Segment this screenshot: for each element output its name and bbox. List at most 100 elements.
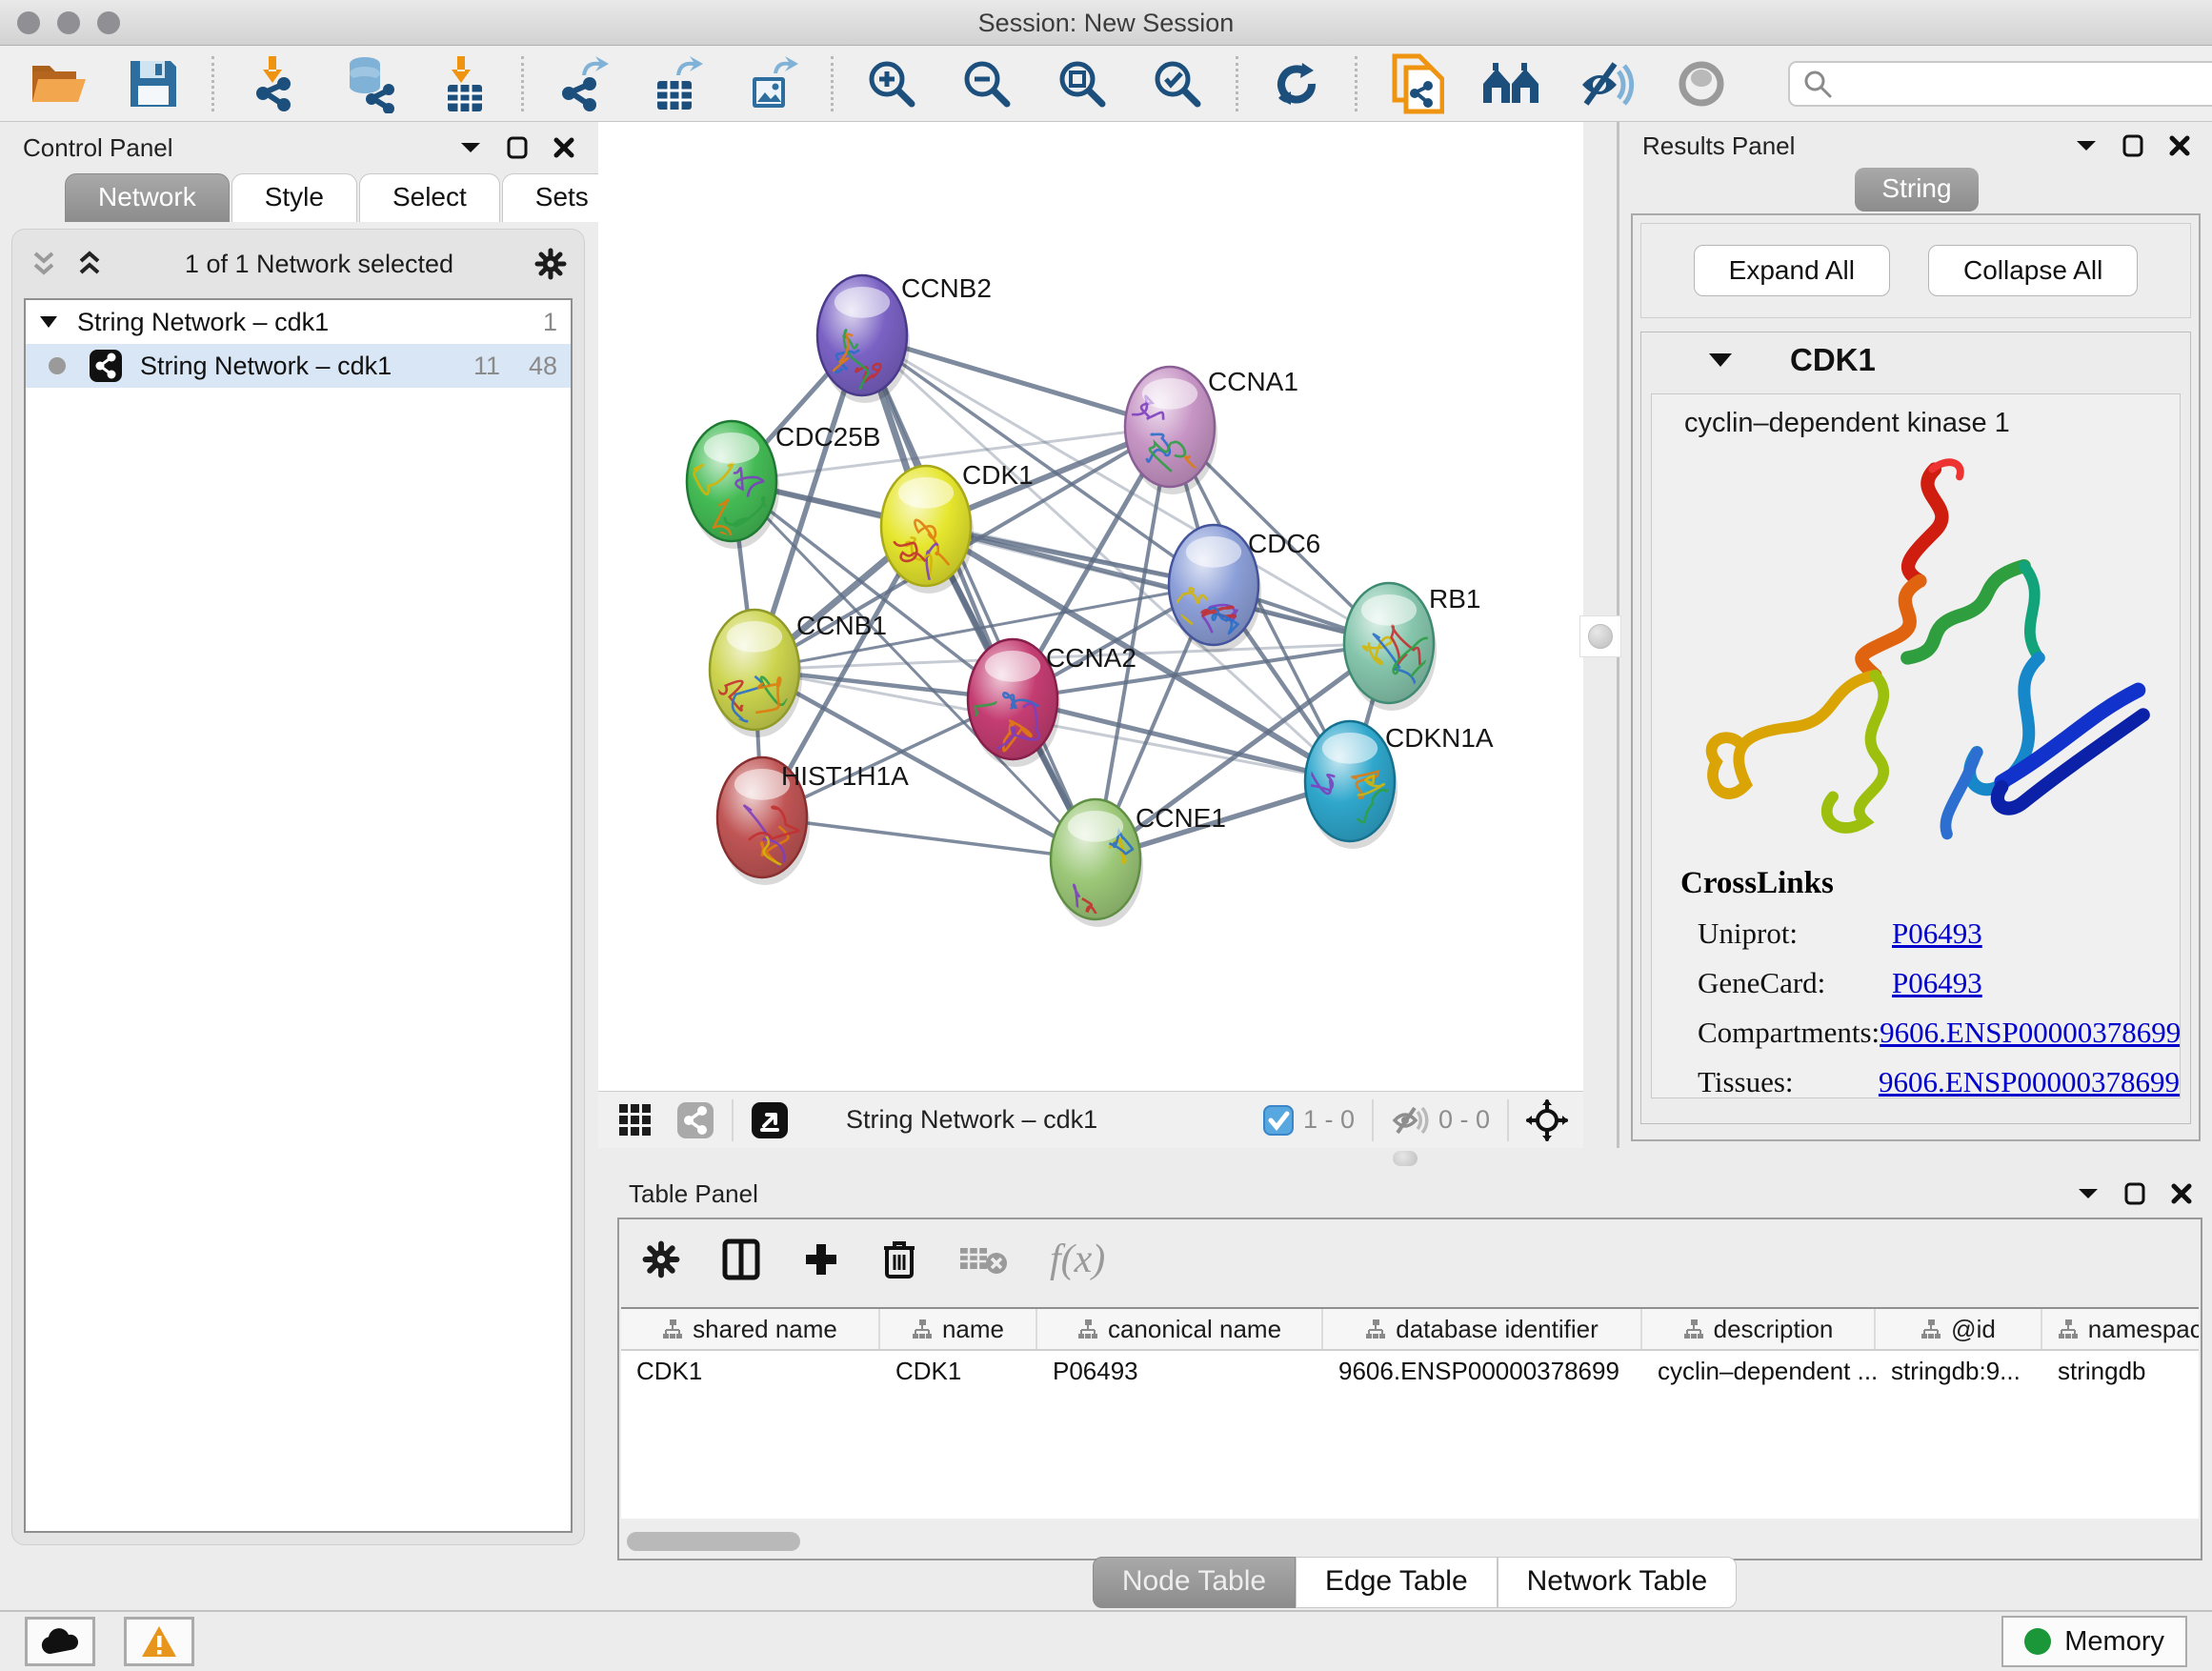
tab-network[interactable]: Network xyxy=(65,173,230,222)
tab-style[interactable]: Style xyxy=(231,173,357,222)
open-session-button[interactable] xyxy=(27,52,90,115)
horizontal-splitter-handle[interactable] xyxy=(1393,1151,1418,1166)
zoom-selected-button[interactable] xyxy=(1146,52,1209,115)
node-CDC25B[interactable]: CDC25B xyxy=(673,421,880,555)
column-header-canonical-name[interactable]: canonical name xyxy=(1037,1309,1323,1349)
column-type-icon xyxy=(1683,1319,1704,1339)
node-CCNB1[interactable]: CCNB1 xyxy=(710,610,887,737)
network-row[interactable]: String Network – cdk1 11 48 xyxy=(26,344,571,388)
show-all-networks-button[interactable] xyxy=(1479,52,1542,115)
results-panel-menu-button[interactable] xyxy=(2075,138,2098,153)
table-cell[interactable]: 9606.ENSP00000378699 xyxy=(1323,1351,1642,1393)
node-CCNA2[interactable]: CCNA2 xyxy=(964,639,1136,767)
zoom-out-button[interactable] xyxy=(955,52,1018,115)
gene-collapse-button[interactable] xyxy=(1708,352,1733,369)
network-view-share-button[interactable] xyxy=(676,1101,714,1139)
node-CCNA1[interactable]: CCNA1 xyxy=(1125,367,1298,515)
hidden-eye-slash-icon xyxy=(1391,1104,1429,1137)
results-panel-float-button[interactable] xyxy=(2122,134,2143,157)
show-selected-button[interactable] xyxy=(1670,52,1733,115)
zoom-fit-button[interactable] xyxy=(1051,52,1114,115)
table-cell[interactable]: stringdb xyxy=(2042,1351,2199,1393)
tab-node-table[interactable]: Node Table xyxy=(1093,1557,1296,1608)
network-options-button[interactable] xyxy=(534,248,567,280)
edge-HIST1H1A-CCNE1[interactable] xyxy=(762,817,1096,859)
close-icon xyxy=(553,136,575,159)
crosslink-link[interactable]: 9606.ENSP00000378699 xyxy=(1880,1016,2181,1050)
table-cell[interactable]: CDK1 xyxy=(621,1351,880,1393)
table-options-button[interactable] xyxy=(642,1240,680,1278)
expand-all-button[interactable]: Expand All xyxy=(1694,245,1890,296)
tab-select[interactable]: Select xyxy=(359,173,500,222)
crosslink-link[interactable]: 9606.ENSP00000378699 xyxy=(1879,1065,2180,1098)
tab-edge-table[interactable]: Edge Table xyxy=(1296,1557,1498,1608)
control-panel-close-button[interactable] xyxy=(553,136,575,159)
table-cell[interactable]: stringdb:9... xyxy=(1876,1351,2042,1393)
session-file-icon xyxy=(1387,52,1444,115)
table-cell[interactable]: CDK1 xyxy=(880,1351,1037,1393)
crosslink-link[interactable]: P06493 xyxy=(1892,966,1982,1000)
column-header-description[interactable]: description xyxy=(1642,1309,1876,1349)
save-session-button[interactable] xyxy=(122,52,185,115)
birds-eye-view-button[interactable] xyxy=(751,1101,789,1139)
network-view-toolbar: String Network – cdk1 1 - 0 0 - 0 xyxy=(598,1091,1583,1148)
function-builder-button[interactable]: f(x) xyxy=(1050,1237,1105,1282)
delete-table-icon xyxy=(958,1242,1008,1277)
toolbar-search-input[interactable] xyxy=(1834,69,2212,98)
hide-selected-button[interactable] xyxy=(1575,52,1638,115)
export-network-button[interactable] xyxy=(551,52,613,115)
control-panel-tabs: NetworkStyleSelectSets xyxy=(65,173,598,222)
delete-column-button[interactable] xyxy=(882,1238,916,1280)
selected-checkbox-icon[interactable] xyxy=(1263,1105,1294,1136)
float-window-icon xyxy=(507,136,528,159)
node-CCNE1[interactable]: CCNE1 xyxy=(1051,799,1226,966)
column-header-namespace[interactable]: namespace xyxy=(2042,1309,2199,1349)
fit-content-button[interactable] xyxy=(1526,1099,1568,1141)
splitter-handle[interactable] xyxy=(1579,615,1621,657)
import-network-database-button[interactable] xyxy=(336,52,399,115)
tab-network-table[interactable]: Network Table xyxy=(1498,1557,1738,1608)
table-cell[interactable]: cyclin–dependent ... xyxy=(1642,1351,1876,1393)
table-cell[interactable]: P06493 xyxy=(1037,1351,1323,1393)
results-panel-close-button[interactable] xyxy=(2168,134,2191,157)
refresh-button[interactable] xyxy=(1265,52,1328,115)
crosslink-row: Tissues:9606.ENSP00000378699 xyxy=(1680,1065,2180,1098)
select-columns-button[interactable] xyxy=(722,1238,760,1280)
memory-button[interactable]: Memory xyxy=(2001,1616,2187,1667)
column-header-shared-name[interactable]: shared name xyxy=(621,1309,880,1349)
crosslink-link[interactable]: P06493 xyxy=(1892,916,1982,951)
zoom-in-button[interactable] xyxy=(860,52,923,115)
tab-string[interactable]: String xyxy=(1855,168,1978,211)
import-network-file-button[interactable] xyxy=(241,52,304,115)
add-column-button[interactable] xyxy=(802,1240,840,1278)
open-session-file-button[interactable] xyxy=(1384,52,1447,115)
table-panel-menu-button[interactable] xyxy=(2077,1186,2100,1201)
collapse-all-button[interactable]: Collapse All xyxy=(1928,245,2138,296)
column-header-name[interactable]: name xyxy=(880,1309,1037,1349)
control-panel-float-button[interactable] xyxy=(507,136,528,159)
cloud-status-button[interactable] xyxy=(25,1617,95,1666)
node-CDKN1A[interactable]: CDKN1A xyxy=(1301,721,1494,849)
warnings-button[interactable] xyxy=(124,1617,194,1666)
expand-all-networks-button[interactable] xyxy=(75,250,104,278)
protein-structure-image xyxy=(1652,447,2181,856)
zoom-out-icon xyxy=(959,56,1015,111)
export-table-button[interactable] xyxy=(646,52,709,115)
control-panel-menu-button[interactable] xyxy=(459,140,482,155)
import-table-file-button[interactable] xyxy=(432,52,494,115)
collapse-all-networks-button[interactable] xyxy=(30,250,58,278)
delete-table-button[interactable] xyxy=(958,1242,1008,1277)
column-header--id[interactable]: @id xyxy=(1876,1309,2042,1349)
export-image-button[interactable] xyxy=(741,52,804,115)
grid-view-button[interactable] xyxy=(617,1102,654,1138)
table-panel-close-button[interactable] xyxy=(2170,1182,2193,1205)
node-RB1[interactable]: RB1 xyxy=(1344,583,1480,711)
node-table[interactable]: shared namenamecanonical namedatabase id… xyxy=(621,1307,2199,1519)
network-canvas[interactable]: CCNB2CCNA1CDC25BCDK1CDC6RB1CCNB1CCNA2CDK… xyxy=(598,122,1583,1091)
table-panel-float-button[interactable] xyxy=(2124,1182,2145,1205)
table-horizontal-scrollbar[interactable] xyxy=(627,1532,800,1551)
node-CCNB2[interactable]: CCNB2 xyxy=(797,273,992,410)
column-header-database-identifier[interactable]: database identifier xyxy=(1323,1309,1642,1349)
table-row[interactable]: CDK1CDK1P064939606.ENSP00000378699cyclin… xyxy=(621,1351,2199,1393)
network-collection-row[interactable]: String Network – cdk1 1 xyxy=(26,300,571,344)
